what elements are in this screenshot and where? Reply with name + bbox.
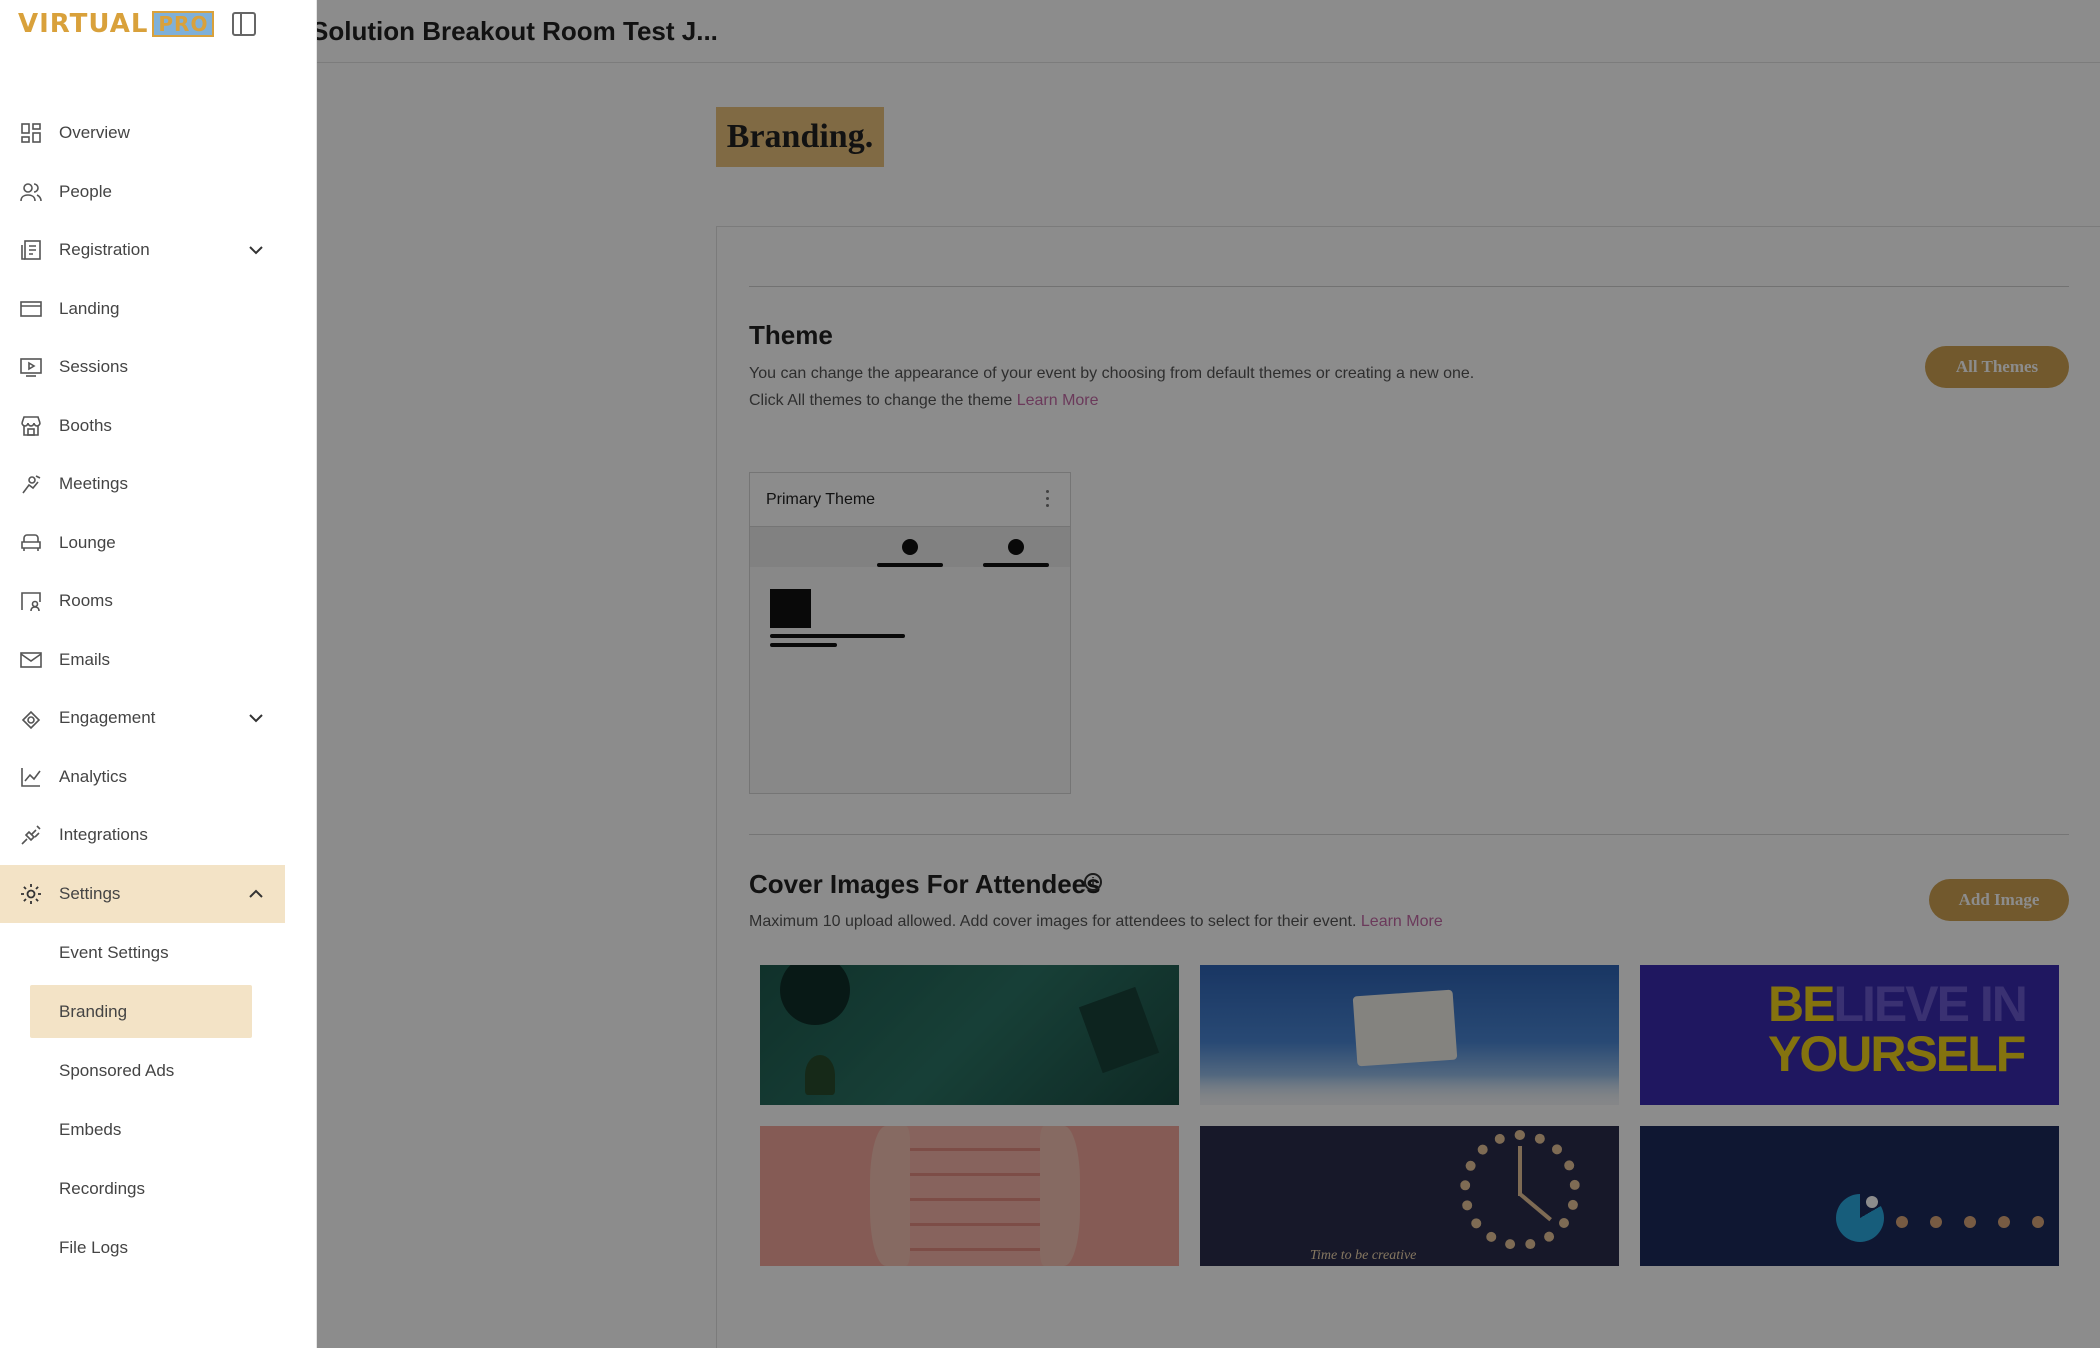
primary-theme-card[interactable]: Primary Theme bbox=[749, 472, 1071, 794]
sidebar-subitem-event-settings[interactable]: Event Settings bbox=[0, 923, 285, 982]
sidebar-item-label: Meetings bbox=[59, 474, 128, 494]
chart-line-icon bbox=[20, 766, 42, 788]
sidebar-item-registration[interactable]: Registration bbox=[0, 221, 285, 280]
chevron-down-icon[interactable] bbox=[249, 240, 263, 260]
sidebar-item-label: Analytics bbox=[59, 766, 128, 786]
landing-icon bbox=[20, 298, 42, 320]
cover-learn-more-link[interactable]: Learn More bbox=[1361, 913, 1443, 930]
theme-preview-bar bbox=[983, 563, 1049, 567]
rooms-icon bbox=[20, 590, 42, 612]
sidebar-item-sessions[interactable]: Sessions bbox=[0, 338, 285, 397]
theme-preview-line bbox=[770, 634, 905, 638]
sidebar-subitem-recordings[interactable]: Recordings bbox=[0, 1159, 285, 1218]
sidebar-item-lounge[interactable]: Lounge bbox=[0, 514, 285, 573]
divider bbox=[749, 834, 2069, 835]
logo-badge: PRO bbox=[152, 11, 215, 37]
cover-description-text: Maximum 10 upload allowed. Add cover ima… bbox=[749, 913, 1357, 930]
cover-image-thumbnail[interactable] bbox=[1200, 965, 1619, 1105]
top-bar: Solution Breakout Room Test J... bbox=[311, 0, 2100, 63]
sidebar-item-label: Settings bbox=[59, 883, 121, 903]
info-icon[interactable]: i bbox=[1084, 873, 1102, 891]
handshake-icon bbox=[20, 473, 42, 495]
event-title: Solution Breakout Room Test J... bbox=[311, 15, 718, 46]
divider bbox=[749, 286, 2069, 287]
theme-description-line1: You can change the appearance of your ev… bbox=[749, 365, 1475, 382]
sidebar-item-rooms[interactable]: Rooms bbox=[0, 572, 285, 631]
grid-icon bbox=[20, 122, 42, 144]
sidebar-item-label: Emails bbox=[59, 649, 111, 669]
plug-icon bbox=[20, 824, 42, 846]
logo-word: VIRTUAL bbox=[18, 9, 149, 39]
sidebar-item-meetings[interactable]: Meetings bbox=[0, 455, 285, 514]
theme-preview bbox=[750, 527, 1070, 793]
sidebar-item-label: Engagement bbox=[59, 708, 156, 728]
theme-section-title: Theme bbox=[749, 320, 833, 350]
sidebar-item-label: Sessions bbox=[59, 357, 128, 377]
sidebar-subitem-embeds[interactable]: Embeds bbox=[0, 1100, 285, 1159]
sidebar-item-landing[interactable]: Landing bbox=[0, 280, 285, 339]
sidebar-item-label: Landing bbox=[59, 298, 120, 318]
sidebar-subitem-branding[interactable]: Branding bbox=[30, 985, 252, 1038]
cover-image-thumbnail[interactable] bbox=[1640, 1126, 2059, 1266]
cover-image-thumbnail[interactable]: Time to be creative bbox=[1200, 1126, 1619, 1266]
sidebar-subitem-file-logs[interactable]: File Logs bbox=[0, 1218, 285, 1277]
sofa-icon bbox=[20, 532, 42, 554]
sessions-icon bbox=[20, 356, 42, 378]
sidebar: VIRTUAL PRO Overview People Registration bbox=[0, 0, 317, 1348]
cover-image-caption: Time to be creative bbox=[1310, 1248, 1417, 1263]
mail-icon bbox=[20, 649, 42, 671]
sidebar-item-overview[interactable]: Overview bbox=[0, 104, 285, 163]
gear-icon bbox=[20, 883, 42, 905]
cover-images-description: Maximum 10 upload allowed. Add cover ima… bbox=[749, 908, 1443, 935]
theme-card-header: Primary Theme bbox=[750, 473, 1070, 527]
cover-images-title: Cover Images For Attendees bbox=[749, 869, 1101, 899]
theme-preview-dot bbox=[1008, 539, 1024, 555]
sidebar-item-integrations[interactable]: Integrations bbox=[0, 806, 285, 865]
theme-preview-line bbox=[770, 643, 837, 647]
sidebar-item-booths[interactable]: Booths bbox=[0, 397, 285, 456]
sidebar-item-label: Lounge bbox=[59, 532, 116, 552]
users-icon bbox=[20, 181, 42, 203]
theme-preview-bar bbox=[877, 563, 943, 567]
sidebar-item-analytics[interactable]: Analytics bbox=[0, 748, 285, 807]
chevron-down-icon[interactable] bbox=[249, 708, 263, 728]
cover-image-thumbnail[interactable] bbox=[760, 1126, 1179, 1266]
engagement-icon bbox=[20, 707, 42, 730]
sidebar-item-label: People bbox=[59, 181, 112, 201]
more-options-icon[interactable] bbox=[1046, 490, 1050, 510]
theme-description: You can change the appearance of your ev… bbox=[749, 360, 1474, 414]
theme-preview-square bbox=[770, 589, 811, 628]
logo[interactable]: VIRTUAL PRO bbox=[18, 8, 215, 40]
sidebar-item-label: Overview bbox=[59, 123, 130, 143]
sidebar-item-label: Rooms bbox=[59, 591, 113, 611]
page-title: Branding. bbox=[716, 107, 884, 167]
sidebar-item-people[interactable]: People bbox=[0, 163, 285, 222]
sidebar-item-label: Integrations bbox=[59, 825, 148, 845]
theme-card-title: Primary Theme bbox=[766, 490, 876, 508]
theme-learn-more-link[interactable]: Learn More bbox=[1017, 392, 1099, 409]
sidebar-toggle-icon[interactable] bbox=[232, 12, 256, 36]
all-themes-button[interactable]: All Themes bbox=[1925, 346, 2069, 388]
cover-image-thumbnail[interactable] bbox=[760, 965, 1179, 1105]
store-icon bbox=[20, 415, 42, 437]
cover-image-thumbnail[interactable]: BELIEVE IN YOURSELF bbox=[1640, 965, 2059, 1105]
sidebar-subitem-sponsored-ads[interactable]: Sponsored Ads bbox=[0, 1041, 285, 1100]
sidebar-item-engagement[interactable]: Engagement bbox=[0, 689, 285, 748]
theme-description-line2: Click All themes to change the theme bbox=[749, 392, 1013, 409]
sidebar-item-emails[interactable]: Emails bbox=[0, 631, 285, 690]
cover-image-text: BELIEVE IN YOURSELF bbox=[1768, 976, 2028, 1082]
add-image-button[interactable]: Add Image bbox=[1929, 879, 2069, 921]
theme-preview-dot bbox=[902, 539, 918, 555]
sidebar-item-settings[interactable]: Settings bbox=[0, 864, 285, 923]
sidebar-item-label: Registration bbox=[59, 240, 150, 260]
registration-icon bbox=[20, 239, 42, 261]
sidebar-item-label: Booths bbox=[59, 415, 112, 435]
chevron-up-icon[interactable] bbox=[249, 884, 263, 904]
sidebar-nav: Overview People Registration Landing Ses… bbox=[0, 104, 285, 1277]
main-content: Solution Breakout Room Test J... Brandin… bbox=[311, 0, 2100, 1348]
